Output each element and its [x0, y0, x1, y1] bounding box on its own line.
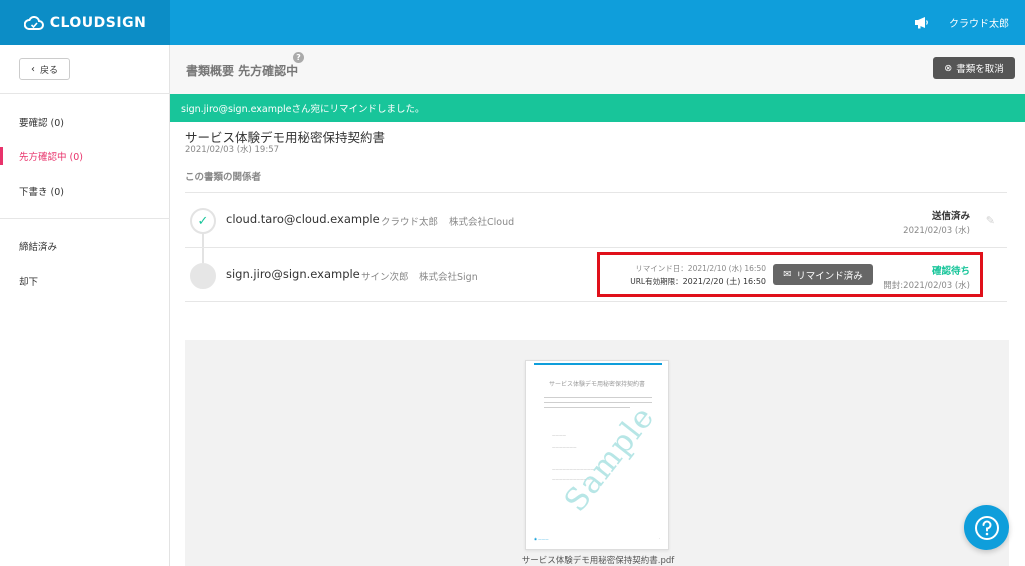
thumb-footer-logo: ◉ ——— [534, 537, 549, 541]
party-company: 株式会社Sign [419, 272, 478, 283]
status-label: 送信済み [931, 211, 970, 222]
pin-icon[interactable]: ✎ [986, 214, 995, 227]
party-name: サイン次郎 [361, 272, 409, 283]
help-button[interactable] [964, 505, 1009, 550]
remind-button[interactable]: ✉ リマインド済み [773, 264, 873, 285]
document-preview-area: サービス体験デモ用秘密保持契約書 ———— ——————— ——————————… [185, 340, 1009, 566]
success-banner: sign.jiro@sign.exampleさん宛にリマインドしました。 [170, 94, 1025, 122]
sidebar-item-awaiting-counterparty[interactable]: 先方確認中 (0) [0, 144, 170, 168]
sidebar-item-drafts[interactable]: 下書き (0) [0, 179, 170, 203]
app-logo[interactable]: CLOUDSIGN [0, 0, 170, 45]
sidebar-divider [0, 218, 170, 219]
user-menu[interactable]: クラウド太郎 [949, 15, 1009, 30]
thumb-page-number: · [658, 537, 660, 541]
parties-heading: この書類の関係者 [185, 172, 262, 183]
sample-watermark: Sample [557, 399, 662, 519]
back-button[interactable]: ‹ 戻る [19, 58, 70, 80]
status-date: 開封:2021/02/03 (水) [883, 281, 970, 291]
url-expiry-label: URL有効期限： [630, 277, 683, 286]
party-status: 確認待ち 開封:2021/02/03 (水) [883, 263, 970, 291]
thumb-title: サービス体験デモ用秘密保持契約書 [548, 381, 645, 388]
sidebar-item-needs-review[interactable]: 要確認 (0) [0, 110, 170, 134]
thumb-field: ——————— [552, 445, 577, 449]
party-email: sign.jiro@sign.example [226, 267, 360, 281]
main-content: サービス体験デモ用秘密保持契約書 2021/02/03 (水) 19:57 この… [170, 122, 1025, 566]
sidebar-divider [0, 93, 170, 94]
megaphone-icon[interactable] [914, 16, 929, 29]
page-header: 書類概要 先方確認中 ? ⊗ 書類を取消 [170, 45, 1025, 94]
party-email: cloud.taro@cloud.example [226, 212, 380, 226]
top-bar: CLOUDSIGN クラウド太郎 [0, 0, 1025, 45]
chevron-left-icon: ‹ [30, 63, 35, 75]
status-label: 確認待ち [931, 266, 970, 277]
file-name[interactable]: サービス体験デモ用秘密保持契約書.pdf [518, 554, 678, 566]
question-circle-icon [974, 515, 999, 540]
check-circle-icon: ✓ [190, 208, 216, 234]
logo-text: CLOUDSIGN [49, 14, 147, 31]
thumb-field: ———— [552, 433, 566, 437]
top-right-area: クラウド太郎 [914, 0, 1009, 45]
status-date: 2021/02/03 (水) [903, 226, 970, 236]
document-date: 2021/02/03 (水) 19:57 [185, 145, 280, 155]
cancel-circle-icon: ⊗ [944, 62, 953, 74]
party-name: クラウド太郎 [381, 217, 439, 228]
url-expiry-value: 2021/2/20 (土) 16:50 [682, 277, 766, 286]
party-row: ✓ cloud.taro@cloud.example クラウド太郎 株式会社Cl… [185, 192, 1007, 263]
document-thumbnail[interactable]: サービス体験デモ用秘密保持契約書 ———— ——————— ——————————… [525, 360, 669, 550]
remind-info: リマインド日：2021/2/10 (水) 16:50 URL有効期限：2021/… [630, 262, 766, 288]
remind-date-value: 2021/2/10 (水) 16:50 [687, 264, 766, 273]
party-status: 送信済み 2021/02/03 (水) [903, 208, 970, 236]
cloud-logo-icon [23, 15, 44, 30]
sidebar-item-concluded[interactable]: 締結済み [0, 234, 170, 258]
sidebar-item-rejected[interactable]: 却下 [0, 269, 170, 293]
cancel-document-button[interactable]: ⊗ 書類を取消 [933, 57, 1015, 79]
back-button-label: 戻る [39, 65, 58, 76]
party-row: sign.jiro@sign.example サイン次郎 株式会社Sign リマ… [185, 247, 1007, 302]
envelope-icon: ✉ [783, 269, 792, 280]
page-title: 書類概要 先方確認中 [186, 64, 299, 78]
remind-date-label: リマインド日： [635, 264, 688, 273]
party-company: 株式会社Cloud [449, 217, 515, 228]
help-icon[interactable]: ? [293, 52, 304, 63]
thumb-accent-line [534, 363, 662, 365]
pending-circle-icon [190, 263, 216, 289]
sidebar: ‹ 戻る 要確認 (0) 先方確認中 (0) 下書き (0) 締結済み 却下 [0, 45, 170, 566]
